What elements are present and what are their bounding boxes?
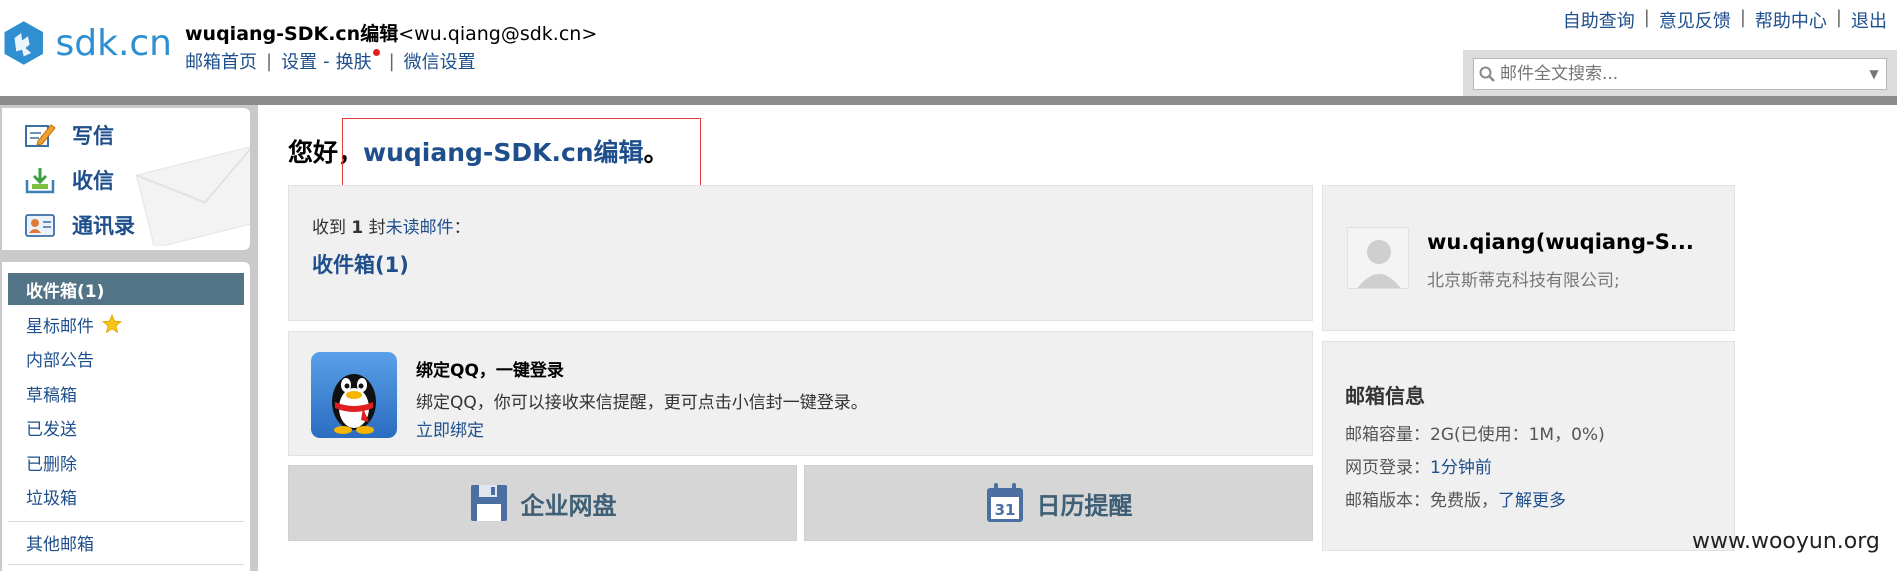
folder-divider xyxy=(8,564,244,565)
compose-icon xyxy=(25,124,56,147)
search-area: ▼ xyxy=(1463,50,1897,98)
search-box[interactable]: ▼ xyxy=(1473,58,1887,90)
logo-text: sdk.cn xyxy=(55,22,172,64)
qq-bind-card: 绑定QQ，一键登录 绑定QQ，你可以接收来信提醒，更可点击小信封一键登录。 立即… xyxy=(288,331,1313,456)
folder-sent[interactable]: 已发送 xyxy=(8,411,244,443)
mailbox-capacity: 邮箱容量：2G(已使用：1M，0%) xyxy=(1345,425,1605,445)
folder-spam[interactable]: 垃圾箱 xyxy=(8,480,244,512)
separator: | xyxy=(1643,7,1650,28)
folder-divider xyxy=(8,521,244,522)
download-icon xyxy=(25,168,55,194)
folder-label: 收件箱(1) xyxy=(26,281,105,302)
quick-actions-panel: 写信 收信 通讯录 xyxy=(2,108,250,250)
contacts-label: 通讯录 xyxy=(72,214,135,238)
receive-button[interactable]: 收信 xyxy=(24,165,114,195)
skin-link[interactable]: 换肤 xyxy=(336,48,372,74)
separator: | xyxy=(388,50,395,72)
receive-label: 收信 xyxy=(72,169,114,193)
watermark: www.wooyun.org xyxy=(1692,529,1880,554)
qq-description: 绑定QQ，你可以接收来信提醒，更可点击小信封一键登录。 xyxy=(416,393,868,413)
calendar-icon: 31 xyxy=(986,483,1023,522)
unread-suffix: ： xyxy=(453,218,471,238)
contacts-button[interactable]: 通讯录 xyxy=(24,210,135,240)
calendar-day: 31 xyxy=(994,501,1015,519)
unread-card: 收到 1 封未读邮件： 收件箱(1) xyxy=(288,185,1313,321)
profile-company: 北京斯蒂克科技有限公司; xyxy=(1427,271,1620,291)
netdisk-label: 企业网盘 xyxy=(520,491,617,520)
notification-dot xyxy=(372,48,380,56)
version-label: 邮箱版本：免费版， xyxy=(1345,491,1498,511)
unread-count: 1 xyxy=(351,218,364,238)
help-center-link[interactable]: 帮助中心 xyxy=(1755,7,1827,33)
envelope-decoration xyxy=(135,145,250,246)
star-icon xyxy=(102,314,122,334)
web-login-row: 网页登录：1分钟前 xyxy=(1345,453,1492,478)
folder-label: 星标邮件 xyxy=(26,316,94,337)
separator: | xyxy=(1739,7,1746,28)
mailbox-version-row: 邮箱版本：免费版，了解更多 xyxy=(1345,486,1566,511)
unread-prefix: 收到 xyxy=(312,218,352,238)
folder-announcements[interactable]: 内部公告 xyxy=(8,342,244,374)
unread-link[interactable]: 未读邮件 xyxy=(386,218,454,238)
contacts-icon xyxy=(25,214,55,237)
settings-link[interactable]: 设置 xyxy=(281,48,317,74)
folder-panel: 收件箱(1) 星标邮件 内部公告 草稿箱 已发送 已删除 垃圾箱 其他邮箱 xyxy=(2,262,250,571)
mailbox-info-card: 邮箱信息 邮箱容量：2G(已使用：1M，0%) 网页登录：1分钟前 邮箱版本：免… xyxy=(1322,341,1735,551)
profile-name: wu.qiang(wuqiang-S... xyxy=(1427,230,1694,254)
self-query-link[interactable]: 自助查询 xyxy=(1563,7,1635,33)
folder-label: 其他邮箱 xyxy=(26,534,94,555)
mailbox-home-link[interactable]: 邮箱首页 xyxy=(185,48,257,74)
folder-label: 已发送 xyxy=(26,419,77,440)
unread-middle: 封 xyxy=(363,218,386,238)
folder-label: 已删除 xyxy=(26,454,77,475)
learn-more-link[interactable]: 了解更多 xyxy=(1498,491,1566,511)
help-nav: 自助查询 | 意见反馈 | 帮助中心 | 退出 xyxy=(1563,7,1887,33)
folder-inbox[interactable]: 收件箱(1) xyxy=(8,273,244,305)
chevron-down-icon[interactable]: ▼ xyxy=(1862,67,1886,81)
logout-link[interactable]: 退出 xyxy=(1851,7,1887,33)
account-email: <wu.qiang@sdk.cn> xyxy=(398,23,598,45)
avatar[interactable] xyxy=(1347,227,1409,289)
brand-logo[interactable]: sdk.cn xyxy=(2,14,172,72)
calendar-reminder-button[interactable]: 31 日历提醒 xyxy=(804,465,1313,541)
account-name: wuqiang-SDK.cn编辑 xyxy=(185,23,399,45)
compose-button[interactable]: 写信 xyxy=(24,120,114,150)
folder-drafts[interactable]: 草稿箱 xyxy=(8,377,244,409)
search-icon[interactable] xyxy=(1474,59,1500,89)
mailbox-info-title: 邮箱信息 xyxy=(1345,384,1425,408)
qq-penguin-icon xyxy=(311,352,397,438)
qq-title: 绑定QQ，一键登录 xyxy=(416,361,564,381)
separator: | xyxy=(266,50,273,72)
profile-card: wu.qiang(wuqiang-S... 北京斯蒂克科技有限公司; xyxy=(1322,185,1735,331)
wechat-settings-link[interactable]: 微信设置 xyxy=(404,48,476,74)
floppy-disk-icon xyxy=(470,485,507,521)
web-login-label: 网页登录： xyxy=(1345,458,1430,478)
unread-summary: 收到 1 封未读邮件： xyxy=(312,213,471,238)
dash: - xyxy=(323,50,330,72)
web-login-value[interactable]: 1分钟前 xyxy=(1430,458,1492,478)
default-avatar-icon xyxy=(1348,228,1408,288)
folder-label: 内部公告 xyxy=(26,350,94,371)
folder-label: 垃圾箱 xyxy=(26,488,77,509)
netdisk-button[interactable]: 企业网盘 xyxy=(288,465,797,541)
highlight-annotation xyxy=(342,118,701,190)
sdk-logo-icon xyxy=(4,21,43,65)
compose-label: 写信 xyxy=(72,124,114,148)
feedback-link[interactable]: 意见反馈 xyxy=(1659,7,1731,33)
top-nav: 邮箱首页 | 设置 - 换肤 | 微信设置 xyxy=(185,48,476,74)
calendar-label: 日历提醒 xyxy=(1036,491,1133,520)
header-divider xyxy=(0,96,1897,105)
folder-deleted[interactable]: 已删除 xyxy=(8,446,244,478)
folder-starred[interactable]: 星标邮件 xyxy=(8,308,244,340)
folder-other-mailboxes[interactable]: 其他邮箱 xyxy=(8,526,244,558)
search-input[interactable] xyxy=(1500,60,1862,88)
account-line: wuqiang-SDK.cn编辑<wu.qiang@sdk.cn> xyxy=(185,19,597,46)
qq-bind-link[interactable]: 立即绑定 xyxy=(416,416,484,441)
separator: | xyxy=(1835,7,1842,28)
inbox-link[interactable]: 收件箱(1) xyxy=(312,249,409,279)
folder-label: 草稿箱 xyxy=(26,385,77,406)
